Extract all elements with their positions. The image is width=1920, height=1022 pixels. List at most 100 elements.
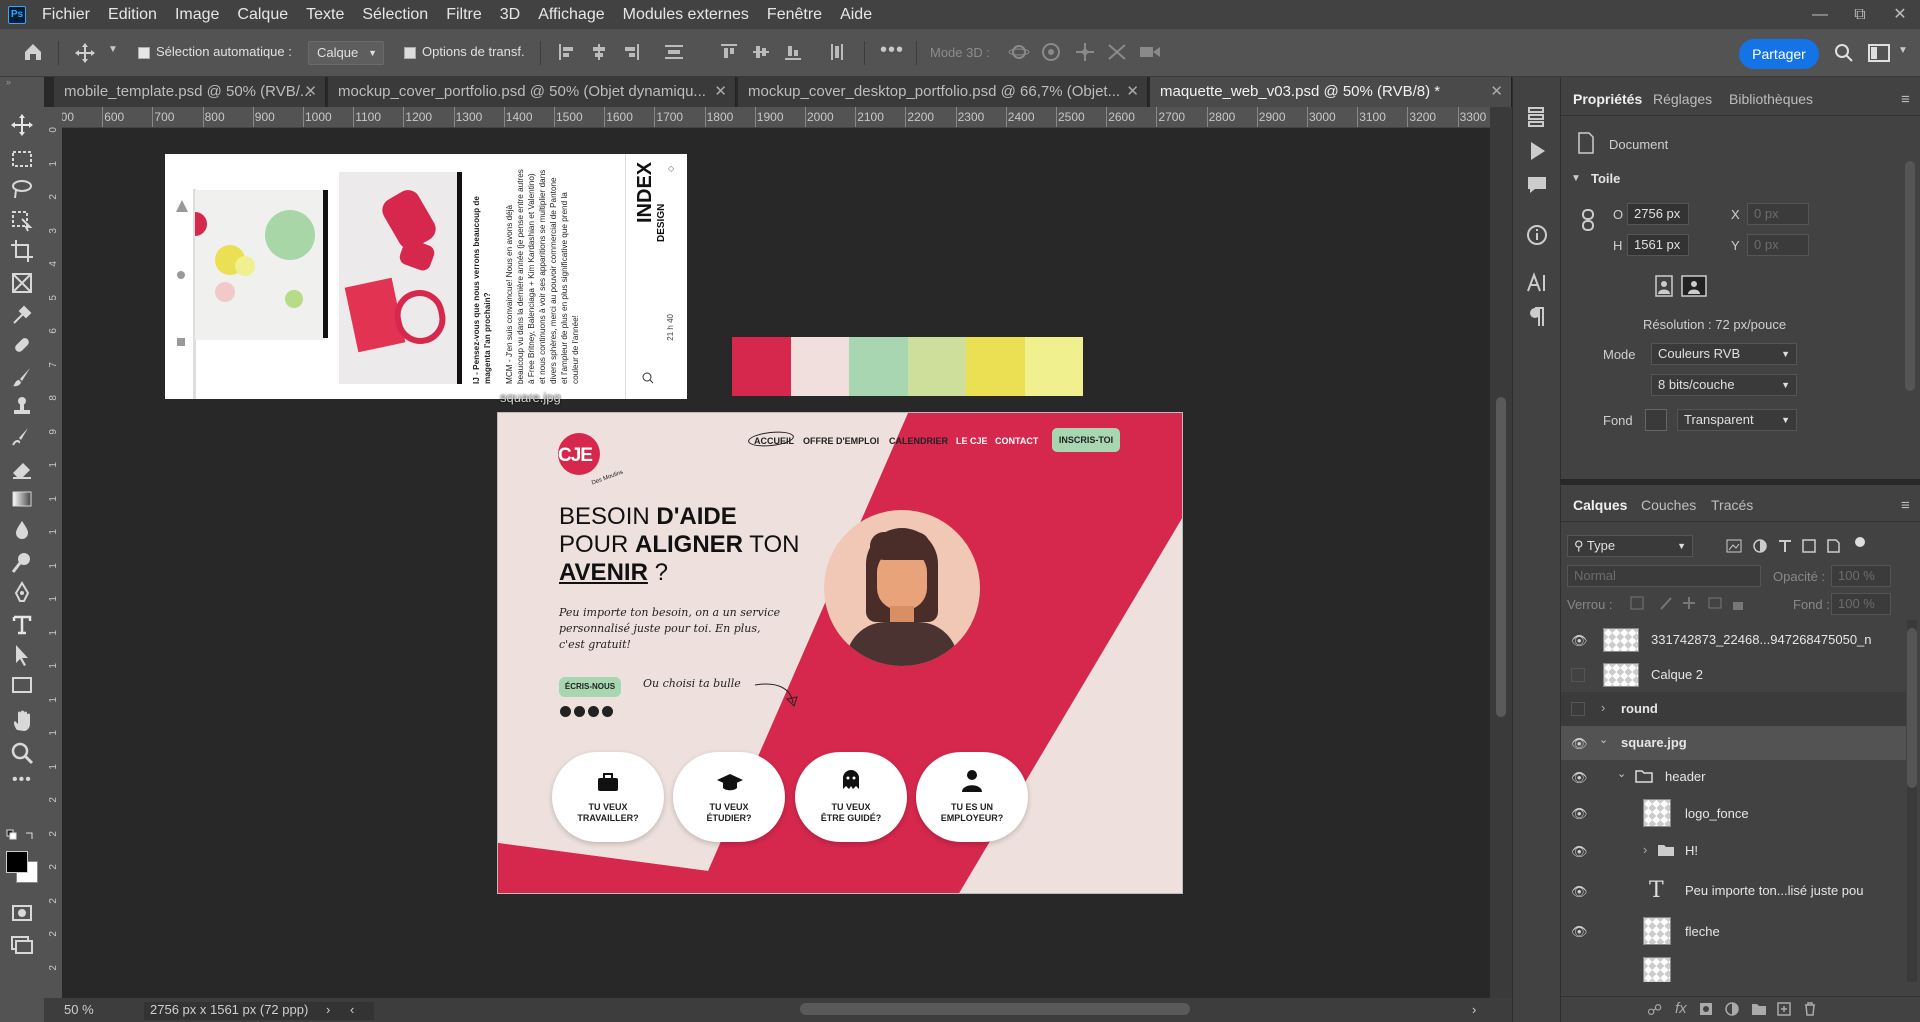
fx-icon[interactable]: fx — [1675, 1000, 1687, 1017]
frame-tool-icon[interactable] — [10, 271, 34, 295]
paragraph-icon[interactable] — [1525, 305, 1549, 329]
close-icon[interactable]: ✕ — [304, 77, 317, 107]
chevron-right-icon[interactable]: › — [1472, 1002, 1476, 1017]
instagram-icon[interactable] — [574, 706, 585, 717]
distribute-icon[interactable] — [664, 43, 684, 61]
path-selection-icon[interactable] — [10, 643, 34, 667]
menu-fenetre[interactable]: Fenêtre — [767, 6, 822, 24]
nav-offre-emploi[interactable]: OFFRE D'EMPLOI — [803, 436, 879, 446]
menu-selection[interactable]: Sélection — [362, 6, 428, 24]
align-left-icon[interactable] — [558, 43, 576, 61]
transform-options-checkbox[interactable]: Options de transf. — [404, 44, 525, 59]
tab-mockup-cover-portfolio[interactable]: mockup_cover_portfolio.psd @ 50% (Objet … — [328, 77, 736, 107]
stamp-tool-icon[interactable] — [10, 395, 34, 419]
eyedropper-tool-icon[interactable] — [10, 303, 34, 327]
zoom-level[interactable]: 50 % — [64, 1002, 94, 1017]
chevron-down-icon[interactable]: ▼ — [1898, 45, 1908, 56]
share-button[interactable]: Partager — [1739, 39, 1819, 69]
type-filter-icon[interactable] — [1777, 538, 1793, 554]
filter-toggle[interactable] — [1855, 537, 1865, 547]
menu-image[interactable]: Image — [175, 6, 219, 24]
new-group-icon[interactable] — [1751, 1002, 1767, 1016]
logo-text[interactable]: CJE — [558, 445, 593, 467]
layer-row[interactable]: 👁 331742873_22468...947268475050_n — [1561, 623, 1906, 657]
portrait-orientation-icon[interactable] — [1653, 275, 1675, 297]
rectangle-tool-icon[interactable] — [10, 673, 34, 697]
card-guide[interactable]: TU VEUX ÊTRE GUIDÉ? — [795, 752, 907, 842]
width-field[interactable]: 2756 px — [1627, 203, 1689, 225]
foreground-color-swatch[interactable] — [6, 851, 28, 873]
menu-fichier[interactable]: Fichier — [42, 6, 90, 24]
smart-object-filter-icon[interactable] — [1825, 538, 1841, 554]
tab-bibliotheques[interactable]: Bibliothèques — [1729, 91, 1813, 107]
menu-edition[interactable]: Edition — [108, 6, 157, 24]
object-select-tool-icon[interactable] — [10, 209, 34, 233]
drag-3d-icon[interactable] — [1074, 42, 1096, 62]
screen-mode-icon[interactable] — [10, 933, 34, 957]
menu-modules-externes[interactable]: Modules externes — [623, 6, 749, 24]
nav-accueil[interactable]: ACCUEIL — [754, 436, 794, 446]
card-employeur[interactable]: TU ES UN EMPLOYEUR? — [916, 752, 1028, 842]
pixel-filter-icon[interactable] — [1726, 538, 1742, 554]
lasso-tool-icon[interactable] — [10, 177, 34, 201]
tab-couches[interactable]: Couches — [1641, 497, 1696, 513]
layer-group-row[interactable]: 👁 › H! — [1561, 834, 1906, 868]
tiktok-icon[interactable] — [588, 706, 599, 717]
align-center-icon[interactable] — [590, 43, 608, 61]
shape-filter-icon[interactable] — [1801, 538, 1817, 554]
trash-icon[interactable] — [1803, 1002, 1817, 1016]
orbit-3d-icon[interactable] — [1008, 42, 1030, 62]
menu-texte[interactable]: Texte — [306, 6, 344, 24]
more-tools-icon[interactable]: ••• — [12, 771, 32, 789]
y-field[interactable]: 0 px — [1747, 234, 1809, 256]
collapse-icon[interactable]: » — [0, 77, 44, 87]
zoom-tool-icon[interactable] — [10, 741, 34, 765]
x-field[interactable]: 0 px — [1747, 203, 1809, 225]
link-layers-icon[interactable]: ☍ — [1647, 1001, 1662, 1019]
background-dropdown[interactable]: Transparent ▼ — [1677, 409, 1797, 431]
document-info[interactable]: 2756 px x 1561 px (72 ppp) — [144, 1002, 374, 1020]
tab-traces[interactable]: Tracés — [1711, 497, 1753, 513]
dodge-tool-icon[interactable] — [10, 551, 34, 575]
tab-proprietes[interactable]: Propriétés — [1573, 91, 1642, 107]
search-icon[interactable] — [1834, 43, 1854, 63]
restore-icon[interactable]: ⧉ — [1840, 0, 1880, 29]
chevron-down-icon[interactable]: ⌄ — [1617, 767, 1626, 780]
align-middle-icon[interactable] — [752, 43, 770, 61]
gradient-tool-icon[interactable] — [10, 487, 34, 511]
eye-icon[interactable]: 👁 — [1571, 736, 1588, 751]
auto-select-checkbox[interactable]: Sélection automatique : — [138, 44, 292, 59]
layer-filter-dropdown[interactable]: ⚲ Type ▼ — [1567, 535, 1693, 557]
eye-icon[interactable]: 👁 — [1571, 884, 1588, 899]
layer-row[interactable]: Calque 2 — [1561, 658, 1906, 692]
landscape-orientation-icon[interactable] — [1681, 275, 1707, 297]
eye-icon[interactable]: 👁 — [1571, 844, 1588, 859]
blend-mode-dropdown[interactable]: Normal — [1567, 565, 1761, 587]
height-field[interactable]: 1561 px — [1627, 234, 1689, 256]
menu-aide[interactable]: Aide — [840, 6, 872, 24]
lock-icons[interactable] — [1629, 595, 1749, 611]
color-mode-dropdown[interactable]: Couleurs RVB ▼ — [1651, 343, 1797, 365]
chevron-left-icon[interactable]: ‹ — [350, 1002, 354, 1017]
quick-mask-icon[interactable] — [10, 901, 34, 925]
more-options-icon[interactable]: ••• — [880, 39, 904, 62]
canvas-scrollbar-vertical[interactable] — [1490, 107, 1512, 998]
align-right-icon[interactable] — [622, 43, 640, 61]
link-icon[interactable] — [1581, 209, 1595, 231]
type-tool-icon[interactable] — [10, 613, 34, 637]
play-actions-icon[interactable] — [1525, 139, 1549, 163]
tab-mobile-template[interactable]: mobile_template.psd @ 50% (RVB/... ✕ — [54, 77, 326, 107]
nav-le-cje[interactable]: LE CJE — [956, 436, 988, 446]
background-swatch[interactable] — [1645, 409, 1667, 431]
history-brush-icon[interactable] — [10, 425, 34, 449]
layer-group-row[interactable]: 👁 ⌄ header — [1561, 760, 1906, 794]
brush-tool-icon[interactable] — [10, 365, 34, 389]
card-travailler[interactable]: TU VEUX TRAVAILLER? — [552, 752, 664, 842]
chevron-right-icon[interactable]: › — [326, 1002, 330, 1017]
layer-row[interactable] — [1561, 952, 1906, 982]
chevron-down-icon[interactable]: ⌄ — [1599, 733, 1608, 746]
align-bottom-icon[interactable] — [784, 43, 802, 61]
adjustment-layer-icon[interactable] — [1725, 1002, 1739, 1016]
close-icon[interactable]: ✕ — [1126, 77, 1139, 107]
move-tool-icon[interactable] — [10, 113, 34, 137]
